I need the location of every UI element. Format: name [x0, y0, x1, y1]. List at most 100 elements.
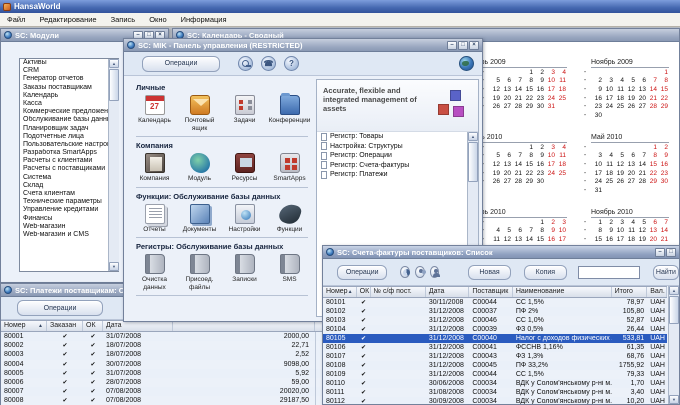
calendar-day[interactable]: 8 [591, 227, 602, 234]
calendar-day[interactable]: 3 [602, 77, 613, 84]
module-list-item[interactable]: Разработка SmartApps [20, 149, 118, 157]
panel-shortcut[interactable]: Документы [177, 204, 222, 234]
invoices-scrollbar[interactable]: ▲ ▼ [668, 286, 679, 404]
calendar-day[interactable]: 9 [657, 152, 668, 159]
table-row[interactable]: 80002✔✔18/07/200822,71 [1, 341, 339, 350]
calendar-day[interactable]: 2 [533, 144, 544, 151]
menu-item-Запись[interactable]: Запись [104, 13, 143, 26]
calendar-day[interactable]: 7 [635, 152, 646, 159]
column-header-Дата[interactable]: Дата [103, 321, 173, 331]
calendar-day[interactable]: 14 [511, 161, 522, 168]
calendar-day[interactable]: 23 [591, 103, 602, 110]
calendar-day[interactable]: 5 [624, 77, 635, 84]
calendar-day[interactable]: 2 [544, 219, 555, 226]
calendar-day[interactable]: 9 [533, 152, 544, 159]
calendar-day[interactable]: 14 [635, 161, 646, 168]
week-expander[interactable]: - [579, 178, 591, 185]
calendar-day[interactable]: 16 [533, 86, 544, 93]
panel-shortcut[interactable]: 27Календарь [132, 95, 177, 132]
column-header-Заказан[interactable]: Заказан [47, 321, 83, 331]
phone-icon[interactable]: ☎ [261, 56, 276, 71]
pie-globe-icon[interactable] [400, 266, 410, 278]
column-header-Наименование[interactable]: Наименование [513, 287, 612, 297]
panel-shortcut[interactable]: Ресурсы [222, 153, 267, 183]
menu-item-Информация[interactable]: Информация [174, 13, 234, 26]
calendar-day[interactable]: 31 [544, 103, 555, 110]
calendar-day[interactable]: 28 [646, 103, 657, 110]
table-row[interactable]: 80104✔31/12/2008C00039ФЗ 0,5%26,44UAH [323, 325, 667, 334]
maximize-icon[interactable]: □ [666, 248, 676, 257]
calendar-day[interactable]: 25 [555, 95, 566, 102]
register-list-item[interactable]: Настройка: Структуры [317, 142, 478, 152]
calendar-day[interactable]: 7 [646, 77, 657, 84]
week-expander[interactable]: - [579, 86, 591, 93]
control-panel-titlebar[interactable]: SC: MIK - Панель управления (RESTRICTED)… [124, 39, 482, 52]
calendar-day[interactable]: 16 [533, 161, 544, 168]
maximize-icon[interactable]: □ [458, 41, 468, 50]
calendar-day[interactable]: 6 [646, 219, 657, 226]
calendar-day[interactable]: 8 [522, 152, 533, 159]
calendar-day[interactable]: 24 [602, 103, 613, 110]
table-row[interactable]: 80110✔30/06/2008C00034ВДК у Солом'янсько… [323, 379, 667, 388]
table-row[interactable]: 80006✔✔28/07/200859,00 [1, 378, 339, 387]
calendar-day[interactable]: 5 [635, 219, 646, 226]
calendar-day[interactable]: 17 [555, 236, 566, 243]
calendar-day[interactable]: 17 [544, 86, 555, 93]
calendar-day[interactable]: 4 [602, 152, 613, 159]
calendar-day[interactable]: 17 [613, 236, 624, 243]
calendar-day[interactable]: 21 [511, 95, 522, 102]
table-row[interactable]: 80105✔31/12/2008C00040Налог с доходов фи… [323, 334, 667, 343]
table-row[interactable]: 80107✔31/12/2008C00043ФЗ 1,3%68,76UAH [323, 352, 667, 361]
calendar-day[interactable]: 13 [635, 86, 646, 93]
calendar-day[interactable]: 13 [624, 161, 635, 168]
calendar-day[interactable]: 16 [602, 236, 613, 243]
calendar-day[interactable]: 27 [500, 178, 511, 185]
calendar-day[interactable]: 10 [602, 86, 613, 93]
week-expander[interactable]: - [579, 103, 591, 110]
scroll-thumb[interactable] [669, 296, 679, 324]
module-list-item[interactable]: Управление кредитами [20, 206, 118, 214]
table-row[interactable]: 80111✔31/08/2008C00034ВДК у Солом'янсько… [323, 388, 667, 397]
calendar-day[interactable]: 9 [544, 227, 555, 234]
week-expander[interactable]: - [579, 144, 591, 151]
calendar-day[interactable]: 19 [624, 95, 635, 102]
column-header-Итого[interactable]: Итого [612, 287, 648, 297]
calendar-day[interactable]: 27 [635, 103, 646, 110]
column-header-Вал.[interactable]: Вал. [647, 287, 667, 297]
calendar-day[interactable]: 26 [624, 103, 635, 110]
column-header-Поставщик[interactable]: Поставщик [469, 287, 513, 297]
calendar-day[interactable]: 1 [522, 69, 533, 76]
table-row[interactable]: 80005✔✔31/07/20085,92 [1, 369, 339, 378]
calendar-day[interactable]: 22 [657, 95, 668, 102]
table-row[interactable]: 80004✔✔30/07/20089098,00 [1, 360, 339, 369]
module-list-item[interactable]: Расчеты с поставщиками [20, 165, 118, 173]
week-expander[interactable]: - [579, 95, 591, 102]
calendar-day[interactable]: 21 [646, 95, 657, 102]
module-list-item[interactable]: Обслуживание базы данных [20, 116, 118, 124]
calendar-day[interactable]: 3 [555, 219, 566, 226]
table-row[interactable]: 80102✔31/12/2008C00037ПФ 2%105,80UAH [323, 307, 667, 316]
calendar-day[interactable]: 14 [522, 236, 533, 243]
ad-banner[interactable]: Accurate, flexible and integrated manage… [317, 80, 478, 132]
key-icon[interactable] [238, 56, 253, 71]
calendar-day[interactable]: 15 [522, 161, 533, 168]
calendar-day[interactable]: 18 [624, 236, 635, 243]
operations-button[interactable]: Операции [142, 56, 220, 72]
calendar-day[interactable]: 16 [544, 236, 555, 243]
module-list-item[interactable]: Коммерческие предложения [20, 108, 118, 116]
calendar-day[interactable]: 7 [511, 77, 522, 84]
calendar-day[interactable]: 13 [500, 86, 511, 93]
calendar-day[interactable]: 21 [511, 170, 522, 177]
calendar-day[interactable]: 20 [500, 170, 511, 177]
calendar-day[interactable]: 1 [533, 219, 544, 226]
calendar-day[interactable]: 9 [533, 77, 544, 84]
table-row[interactable]: 80008✔✔07/08/200829187,50 [1, 396, 339, 405]
column-header-amount[interactable] [173, 321, 315, 331]
week-expander[interactable]: - [579, 187, 591, 194]
panel-shortcut[interactable]: SMS [267, 254, 312, 291]
menu-item-Окно[interactable]: Окно [142, 13, 173, 26]
calendar-day[interactable]: 12 [489, 86, 500, 93]
week-expander[interactable]: - [579, 112, 591, 119]
calendar-day[interactable]: 5 [489, 77, 500, 84]
calendar-day[interactable]: 6 [511, 227, 522, 234]
